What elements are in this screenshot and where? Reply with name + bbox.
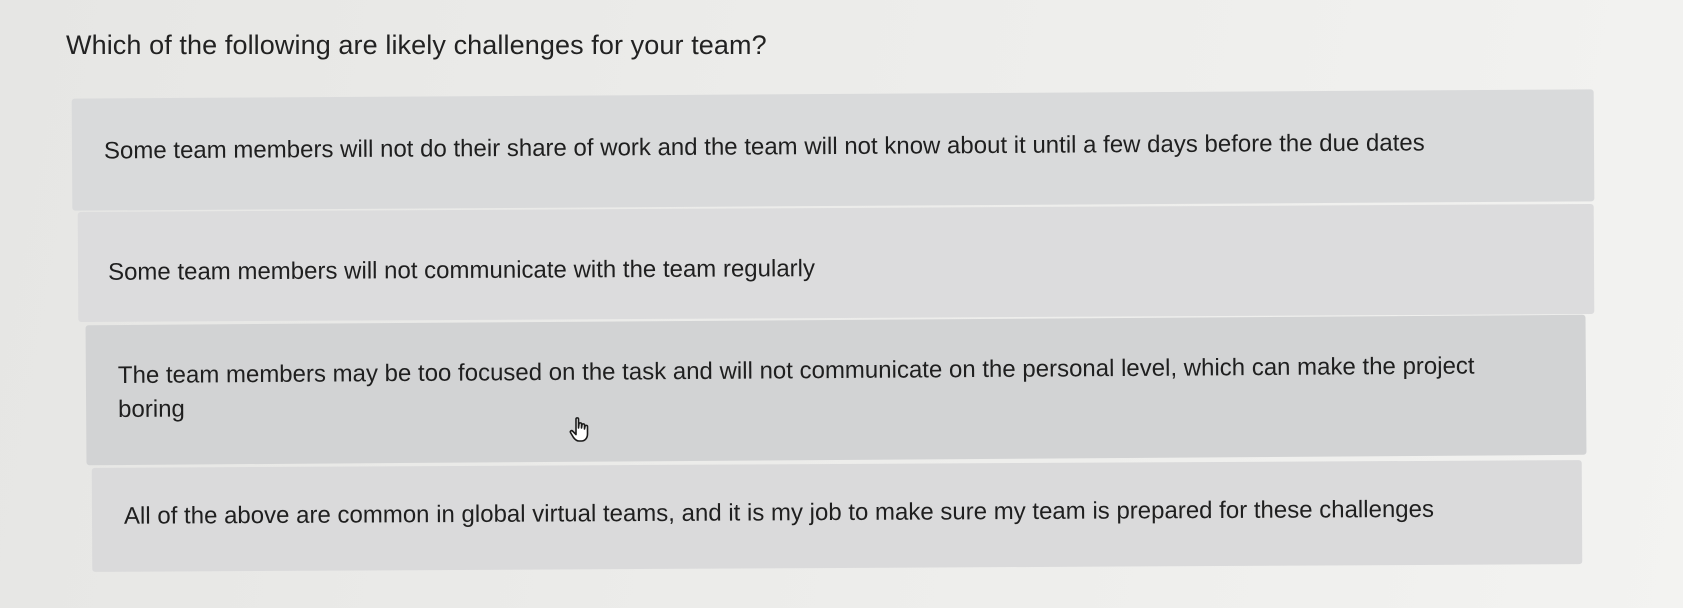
answer-option-4[interactable]: All of the above are common in global vi… [91, 460, 1583, 572]
answer-option-label: All of the above are common in global vi… [123, 495, 1435, 530]
answer-option-2[interactable]: Some team members will not communicate w… [77, 204, 1595, 322]
answer-option-3[interactable]: The team members may be too focused on t… [85, 314, 1587, 466]
answer-option-label: Some team members will not communicate w… [107, 255, 816, 286]
answer-option-1[interactable]: Some team members will not do their shar… [71, 89, 1595, 211]
answer-option-label: The team members may be too focused on t… [117, 352, 1475, 424]
answer-option-label: Some team members will not do their shar… [103, 129, 1425, 165]
hand-pointer-icon [568, 416, 594, 444]
question-title: Which of the following are likely challe… [66, 30, 767, 60]
